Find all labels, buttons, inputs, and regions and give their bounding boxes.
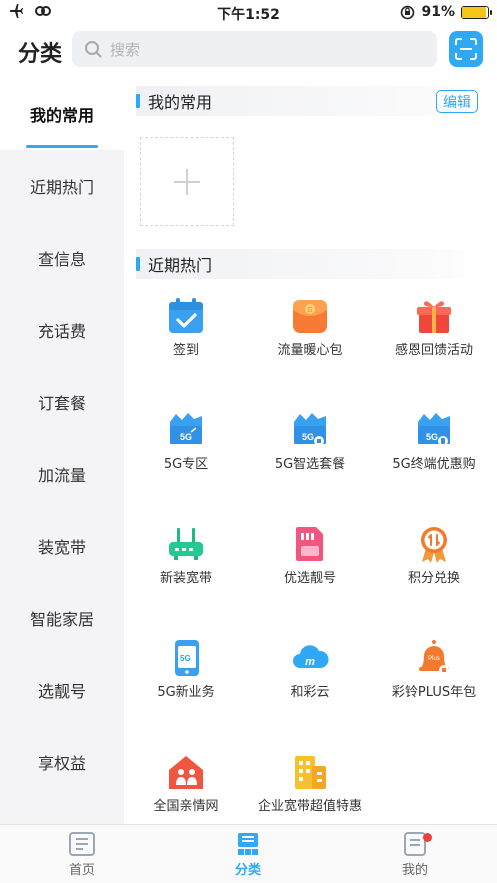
svg-text:G: G xyxy=(307,307,312,314)
tab-home-label: 首页 xyxy=(68,863,95,878)
sidebar-item-smart-home[interactable]: 智能家居 xyxy=(0,582,124,654)
hot-header: 近期热门 xyxy=(136,249,486,279)
favorites-title: 我的常用 xyxy=(148,93,213,112)
svg-text:5G: 5G xyxy=(180,654,191,663)
cloud-icon: m xyxy=(293,645,329,668)
5g-device-icon: 5G xyxy=(418,413,450,446)
notification-badge xyxy=(423,833,432,842)
tab-profile[interactable]: 我的 xyxy=(375,831,455,878)
service-tile-family[interactable]: 全国亲情网 xyxy=(124,752,248,815)
tab-bar: 首页 分类 我的 xyxy=(0,824,497,883)
sim-card-icon xyxy=(296,527,323,561)
search-icon xyxy=(85,41,102,58)
plus-icon xyxy=(174,168,200,195)
calendar-check-icon xyxy=(169,298,203,333)
sidebar-item-plans[interactable]: 订套餐 xyxy=(0,366,124,438)
service-tile-gratitude[interactable]: 感恩回馈活动 xyxy=(372,296,496,359)
bell-plus-icon: Plus xyxy=(419,640,449,675)
svg-text:m: m xyxy=(305,656,315,668)
scan-icon xyxy=(455,38,477,60)
sidebar-item-recharge[interactable]: 充话费 xyxy=(0,294,124,366)
category-sidebar: 我的常用 近期热门 查信息 充话费 订套餐 加流量 装宽带 智能家居 选靓号 享… xyxy=(0,78,124,824)
hot-title: 近期热门 xyxy=(148,256,213,275)
points-medal-icon xyxy=(421,527,447,563)
service-tile-5g-zone[interactable]: 5G 5G专区 xyxy=(124,410,248,473)
category-icon xyxy=(238,833,258,855)
category-content: 我的常用 编辑 近期热门 签到 G 流量暖心包 感恩回馈活动 5G 5G专区 5… xyxy=(124,78,497,824)
sidebar-item-data[interactable]: 加流量 xyxy=(0,438,124,510)
service-tile-enterprise[interactable]: 企业宽带超值特惠 xyxy=(248,752,372,815)
sidebar-item-query-info[interactable]: 查信息 xyxy=(0,222,124,294)
service-tile-ringtone[interactable]: Plus 彩铃PLUS年包 xyxy=(372,638,496,701)
sidebar-item-favorites[interactable]: 我的常用 xyxy=(0,78,124,150)
building-icon xyxy=(295,756,326,789)
svg-text:Plus: Plus xyxy=(428,656,440,662)
gift-bag-icon: G xyxy=(293,300,327,333)
battery-icon xyxy=(461,5,492,19)
service-tile-cloud[interactable]: m 和彩云 xyxy=(248,638,372,701)
service-tile-checkin[interactable]: 签到 xyxy=(124,296,248,359)
5g-cloud-icon: 5G xyxy=(170,413,202,444)
favorites-header: 我的常用 编辑 xyxy=(136,86,486,116)
edit-button[interactable]: 编辑 xyxy=(436,90,478,113)
search-placeholder: 搜索 xyxy=(110,40,141,59)
tab-home[interactable]: 首页 xyxy=(42,831,122,878)
battery-percent: 91% xyxy=(421,4,455,20)
sidebar-item-broadband[interactable]: 装宽带 xyxy=(0,510,124,582)
service-tile-5g-package[interactable]: 5G 5G智选套餐 xyxy=(248,410,372,473)
sidebar-item-numbers[interactable]: 选靓号 xyxy=(0,654,124,726)
rotation-lock-icon xyxy=(401,5,415,19)
status-bar: 下午1:52 91% xyxy=(0,0,497,26)
service-tile-points[interactable]: 积分兑换 xyxy=(372,524,496,587)
scan-button[interactable] xyxy=(449,31,483,67)
service-tile-numbers[interactable]: 优选靓号 xyxy=(248,524,372,587)
page-title: 分类 xyxy=(18,42,63,67)
5g-package-icon: 5G xyxy=(294,413,326,446)
search-input[interactable]: 搜索 xyxy=(72,31,437,67)
service-tile-5g-new[interactable]: 5G 5G新业务 xyxy=(124,638,248,701)
5g-phone-icon: 5G xyxy=(175,640,199,676)
service-tile-data-pack[interactable]: G 流量暖心包 xyxy=(248,296,372,359)
add-favorite-tile[interactable] xyxy=(140,137,234,226)
service-tile-5g-device[interactable]: 5G 5G终端优惠购 xyxy=(372,410,496,473)
svg-text:5G: 5G xyxy=(426,432,438,442)
tab-profile-label: 我的 xyxy=(401,863,428,878)
service-tile-broadband[interactable]: 新装宽带 xyxy=(124,524,248,587)
svg-text:5G: 5G xyxy=(302,432,314,442)
sidebar-item-hot[interactable]: 近期热门 xyxy=(0,150,124,222)
tab-category-label: 分类 xyxy=(234,863,261,878)
header: 分类 搜索 xyxy=(0,26,497,76)
router-icon xyxy=(169,528,203,560)
sidebar-item-benefits[interactable]: 享权益 xyxy=(0,726,124,798)
tab-category[interactable]: 分类 xyxy=(208,831,288,878)
home-icon xyxy=(69,832,95,856)
svg-text:5G: 5G xyxy=(180,432,192,442)
family-house-icon xyxy=(169,756,203,789)
gift-box-icon xyxy=(417,301,451,333)
